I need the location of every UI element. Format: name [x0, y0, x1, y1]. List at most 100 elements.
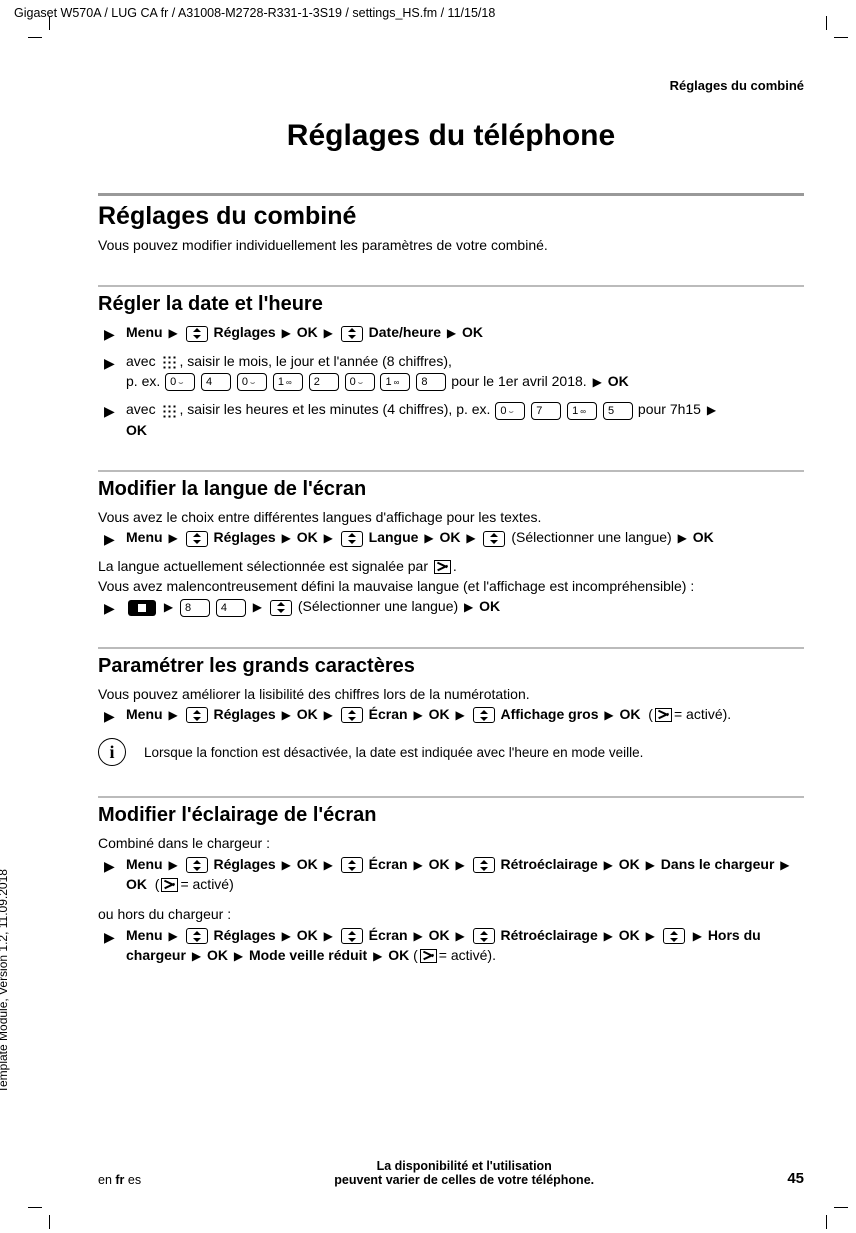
softkey-icon	[128, 600, 156, 616]
bullet-icon: ▶	[104, 529, 115, 549]
key-1: 1∞	[273, 373, 303, 391]
chevron-right-icon: ▶	[162, 600, 175, 614]
key-8: 8	[416, 373, 446, 391]
section-eclairage: Modifier l'éclairage de l'écran Combiné …	[98, 804, 804, 965]
nav-updown-icon	[473, 707, 495, 723]
label-affichage: Affichage gros	[500, 706, 598, 722]
text: (Sélectionner une langue)	[298, 598, 458, 614]
divider	[98, 796, 804, 798]
key-0: 0⌣	[345, 373, 375, 391]
label-ok: OK	[297, 927, 318, 943]
text: (Sélectionner une langue)	[511, 529, 671, 545]
bullet-icon: ▶	[104, 927, 115, 947]
key-0: 0⌣	[495, 402, 525, 420]
bullet-icon: ▶	[104, 353, 115, 373]
step-eclairage-1: ▶ Menu ▶ Réglages ▶ OK ▶ Écran ▶ OK ▶ Ré…	[98, 854, 804, 895]
chevron-right-icon: ▶	[691, 929, 704, 943]
intro-eclairage-2: ou hors du chargeur :	[98, 904, 804, 924]
label-ok: OK	[619, 856, 640, 872]
section-date: Régler la date et l'heure ▶ Menu ▶ Régla…	[98, 293, 804, 440]
key-2: 2	[309, 373, 339, 391]
chevron-right-icon: ▶	[462, 600, 475, 614]
chevron-right-icon: ▶	[602, 708, 615, 722]
key-4: 4	[216, 599, 246, 617]
step-date-1: ▶ Menu ▶ Réglages ▶ OK ▶ Date/heure ▶ OK	[98, 322, 804, 342]
chevron-right-icon: ▶	[166, 858, 179, 872]
page-footer: en fr es La disponibilité et l'utilisati…	[98, 1159, 804, 1187]
chevron-right-icon: ▶	[591, 375, 604, 389]
label-ok: OK	[619, 927, 640, 943]
label-ok: OK	[207, 947, 228, 963]
chevron-right-icon: ▶	[280, 708, 293, 722]
nav-updown-icon	[663, 928, 685, 944]
check-icon	[161, 878, 178, 892]
key-5: 5	[603, 402, 633, 420]
crop-mark	[810, 1191, 834, 1215]
chevron-right-icon: ▶	[705, 403, 718, 417]
nav-updown-icon	[186, 928, 208, 944]
intro-grands: Vous pouvez améliorer la lisibilité des …	[98, 684, 804, 704]
label-reglages: Réglages	[213, 529, 275, 545]
label-menu: Menu	[126, 856, 163, 872]
bullet-icon: ▶	[104, 598, 115, 618]
label-menu: Menu	[126, 324, 163, 340]
label-ok: OK	[439, 529, 460, 545]
chevron-right-icon: ▶	[411, 929, 424, 943]
text: avec	[126, 353, 156, 369]
info-box: i Lorsque la fonction est désactivée, la…	[98, 738, 804, 766]
footer-lang: en fr es	[98, 1173, 141, 1187]
nav-updown-icon	[341, 857, 363, 873]
text: , saisir le mois, le jour et l'année (8 …	[179, 353, 451, 369]
key-1: 1∞	[567, 402, 597, 420]
section-langue: Modifier la langue de l'écran Vous avez …	[98, 478, 804, 617]
intro-eclairage-1: Combiné dans le chargeur :	[98, 833, 804, 853]
check-icon	[655, 708, 672, 722]
chevron-right-icon: ▶	[322, 858, 335, 872]
chevron-right-icon: ▶	[778, 858, 791, 872]
chevron-right-icon: ▶	[676, 531, 689, 545]
header-path: Gigaset W570A / LUG CA fr / A31008-M2728…	[14, 6, 495, 20]
label-ok: OK	[297, 856, 318, 872]
label-ecran: Écran	[369, 856, 408, 872]
info-text: Lorsque la fonction est désactivée, la d…	[144, 745, 643, 760]
label-ok: OK	[297, 529, 318, 545]
step-langue-1: ▶ Menu ▶ Réglages ▶ OK ▶ Langue ▶ OK ▶ (…	[98, 527, 804, 547]
chevron-right-icon: ▶	[411, 708, 424, 722]
page-number: 45	[787, 1170, 804, 1187]
footer-disclaimer: La disponibilité et l'utilisationpeuvent…	[334, 1159, 594, 1187]
divider	[98, 285, 804, 287]
chevron-right-icon: ▶	[280, 858, 293, 872]
nav-updown-icon	[186, 531, 208, 547]
label-reglages: Réglages	[213, 706, 275, 722]
chevron-right-icon: ▶	[166, 929, 179, 943]
label-menu: Menu	[126, 706, 163, 722]
chevron-right-icon: ▶	[322, 708, 335, 722]
chevron-right-icon: ▶	[166, 326, 179, 340]
heading-langue: Modifier la langue de l'écran	[98, 478, 804, 501]
label-menu: Menu	[126, 927, 163, 943]
chevron-right-icon: ▶	[280, 326, 293, 340]
label-retro: Rétroéclairage	[500, 927, 597, 943]
label-reglages: Réglages	[213, 324, 275, 340]
key-0: 0⌣	[237, 373, 267, 391]
chevron-right-icon: ▶	[602, 929, 615, 943]
label-ok: OK	[479, 598, 500, 614]
step-eclairage-2: ▶ Menu ▶ Réglages ▶ OK ▶ Écran ▶ OK ▶ Ré…	[98, 925, 804, 966]
text-langue-signal: La langue actuellement sélectionnée est …	[98, 556, 804, 576]
heading-combine: Réglages du combiné	[98, 202, 804, 231]
section-combine: Réglages du combiné Vous pouvez modifier…	[98, 202, 804, 255]
chevron-right-icon: ▶	[232, 949, 245, 963]
chevron-right-icon: ▶	[322, 531, 335, 545]
chevron-right-icon: ▶	[251, 600, 264, 614]
chevron-right-icon: ▶	[602, 858, 615, 872]
label-ok: OK	[297, 706, 318, 722]
check-icon	[420, 949, 437, 963]
label-ecran: Écran	[369, 927, 408, 943]
label-dateheure: Date/heure	[369, 324, 441, 340]
key-8: 8	[180, 599, 210, 617]
text: p. ex.	[126, 373, 160, 389]
key-0: 0⌣	[165, 373, 195, 391]
heading-eclairage: Modifier l'éclairage de l'écran	[98, 804, 804, 827]
chevron-right-icon: ▶	[322, 929, 335, 943]
bullet-icon: ▶	[104, 401, 115, 421]
